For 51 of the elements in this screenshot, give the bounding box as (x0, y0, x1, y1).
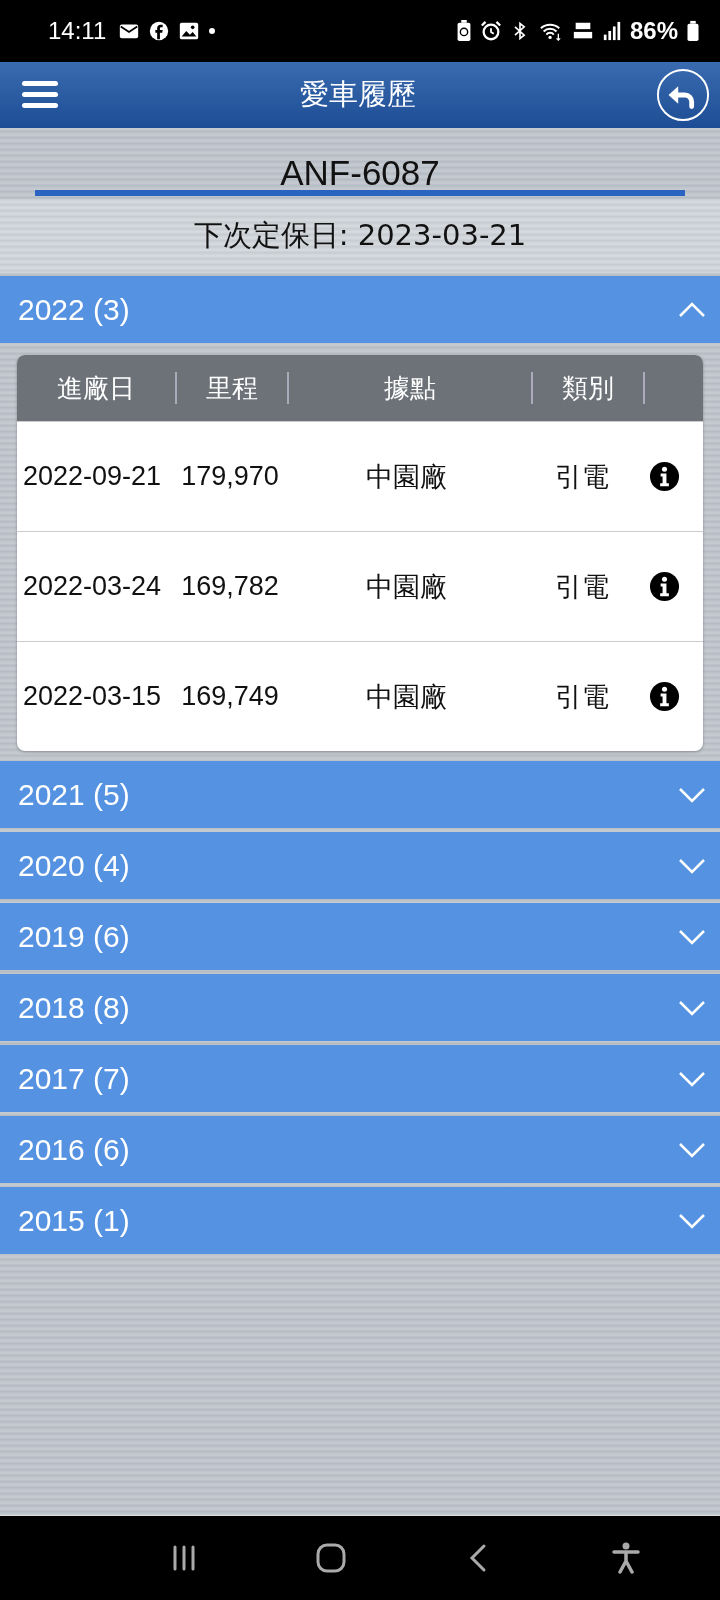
status-time: 14:11 (48, 17, 107, 45)
column-header: 里程 (177, 372, 289, 404)
home-icon[interactable] (316, 1543, 347, 1573)
chevron-down-icon (678, 1070, 706, 1087)
mileage-cell-text: 179,970 (180, 461, 280, 492)
info-icon[interactable] (648, 681, 680, 712)
year-group-header[interactable]: 2020 (4) (0, 832, 720, 899)
column-header: 類別 (533, 372, 645, 404)
battery-saver-icon (455, 20, 472, 42)
image-icon (178, 20, 201, 42)
year-group-header[interactable]: 2022 (3) (0, 276, 720, 343)
page-title: 愛車履歷 (300, 76, 416, 113)
date-cell-text: 2022-09-21 (21, 459, 163, 493)
year-group-header[interactable]: 2017 (7) (0, 1045, 720, 1112)
chevron-down-icon (678, 857, 706, 874)
next-service-date: 下次定保日: 2023-03-21 (0, 199, 720, 273)
info-icon[interactable] (648, 461, 680, 492)
battery-icon (686, 20, 700, 42)
column-header: 據點 (289, 372, 533, 404)
date-cell-text: 2022-03-15 (21, 679, 163, 713)
location-cell-text: 中園廠 (364, 570, 448, 604)
category-cell-text: 引電 (554, 680, 610, 714)
chevron-down-icon (678, 928, 706, 945)
year-group-header[interactable]: 2016 (6) (0, 1116, 720, 1183)
chevron-down-icon (678, 999, 706, 1016)
date-cell-text: 2022-03-24 (21, 569, 163, 603)
chevron-up-icon (678, 301, 706, 318)
battery-percent: 86% (629, 17, 678, 45)
alarm-icon (479, 20, 502, 42)
signal-icon (601, 20, 622, 42)
social-app-icon (148, 20, 171, 42)
chevron-down-icon (678, 1141, 706, 1158)
menu-button[interactable] (20, 79, 60, 111)
chevron-down-icon (678, 786, 706, 803)
year-group-header[interactable]: 2018 (8) (0, 974, 720, 1041)
license-plate: ANF-6087 (280, 155, 440, 190)
chevron-down-icon (678, 1212, 706, 1229)
column-header: 進廠日 (17, 372, 177, 404)
mileage-cell-text: 169,782 (180, 571, 280, 602)
category-cell-text: 引電 (554, 570, 610, 604)
category-cell-text: 引電 (554, 460, 610, 494)
year-group-header[interactable]: 2019 (6) (0, 903, 720, 970)
year-group-header[interactable]: 2015 (1) (0, 1187, 720, 1254)
back-button[interactable] (656, 68, 710, 122)
location-cell-text: 中園廠 (364, 460, 448, 494)
year-group-header[interactable]: 2021 (5) (0, 761, 720, 828)
location-cell-text: 中園廠 (364, 680, 448, 714)
accessibility-icon[interactable] (611, 1542, 642, 1574)
dot-icon (208, 27, 217, 35)
info-icon[interactable] (648, 571, 680, 602)
mileage-cell-text: 169,749 (180, 681, 280, 712)
